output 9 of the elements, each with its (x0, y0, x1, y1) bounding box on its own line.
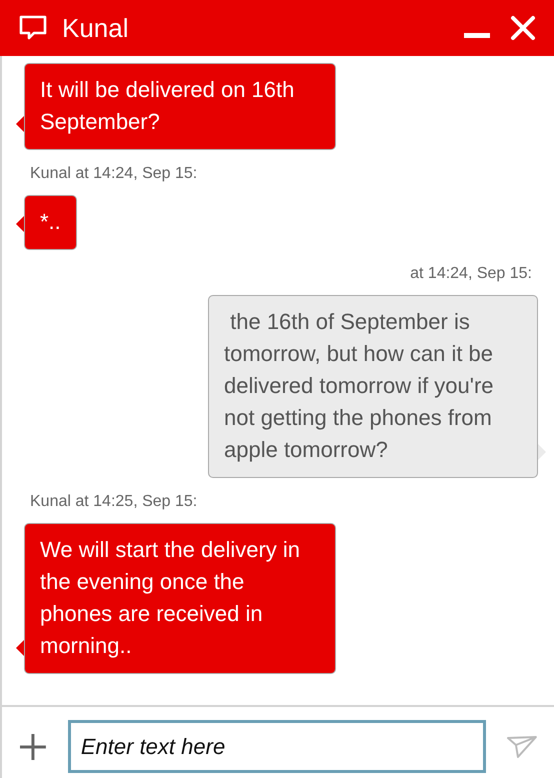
speech-bubble-icon (18, 14, 48, 42)
input-field[interactable]: Enter text here (68, 720, 486, 773)
minimize-icon[interactable] (464, 33, 490, 39)
close-icon[interactable] (510, 15, 536, 41)
message-meta: at 14:24, Sep 15: (409, 265, 533, 283)
message-meta: Kunal at 14:24, Sep 15: (29, 165, 198, 183)
add-icon[interactable] (18, 732, 48, 762)
message-meta: Kunal at 14:25, Sep 15: (29, 493, 198, 511)
window-title: Kunal (62, 12, 128, 44)
